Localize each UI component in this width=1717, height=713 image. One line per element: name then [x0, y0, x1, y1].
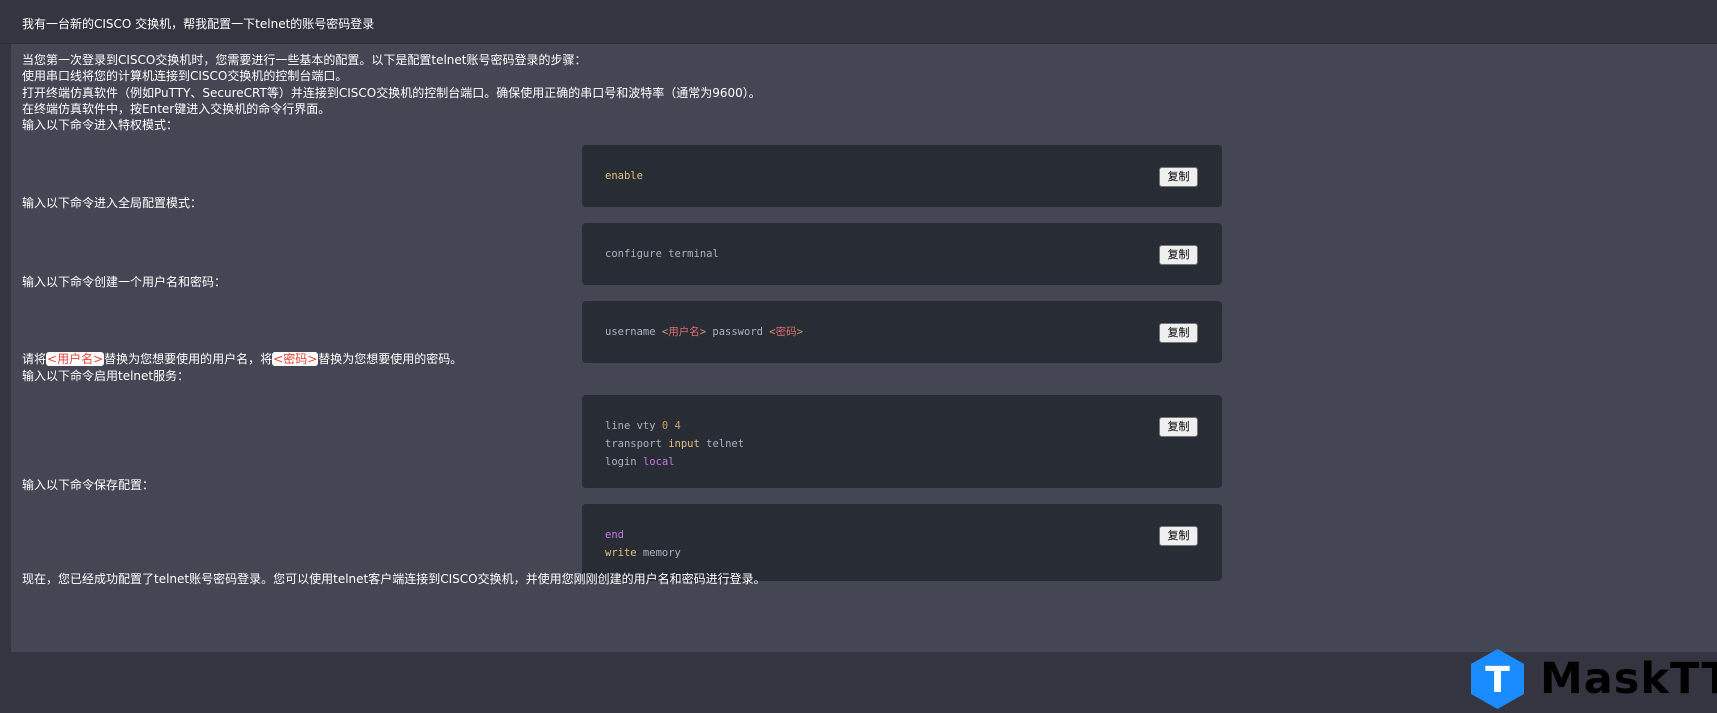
code-text[interactable]: line vty 0 4 transport input telnet logi…	[605, 417, 744, 471]
code-block-configure: configure terminal 复制	[582, 223, 1222, 285]
answer-panel: 当您第一次登录到CISCO交换机时，您需要进行一些基本的配置。以下是配置teln…	[11, 44, 1717, 652]
copy-button[interactable]: 复制	[1159, 417, 1198, 437]
conclusion-text: 现在，您已经成功配置了telnet账号密码登录。您可以使用telnet客户端连接…	[22, 572, 766, 586]
user-question: 我有一台新的CISCO 交换机，帮我配置一下telnet的账号密码登录	[22, 17, 375, 31]
step-privileged-label: 输入以下命令进入特权模式：	[22, 118, 179, 132]
copy-button[interactable]: 复制	[1159, 323, 1198, 343]
replace-note: 请将<用户名>替换为您想要使用的用户名，将<密码>替换为您想要使用的密码。	[22, 352, 463, 366]
copy-button[interactable]: 复制	[1159, 526, 1198, 546]
question-bar: 我有一台新的CISCO 交换机，帮我配置一下telnet的账号密码登录	[0, 0, 1717, 44]
code-block-username: username <用户名> password <密码> 复制	[582, 301, 1222, 363]
username-placeholder-tag: <用户名>	[46, 352, 105, 366]
copy-button[interactable]: 复制	[1159, 245, 1198, 265]
code-block-telnet: line vty 0 4 transport input telnet logi…	[582, 395, 1222, 488]
copy-button[interactable]: 复制	[1159, 167, 1198, 187]
step-save-config-label: 输入以下命令保存配置：	[22, 478, 155, 492]
step-create-user-label: 输入以下命令创建一个用户名和密码：	[22, 275, 227, 289]
code-text[interactable]: username <用户名> password <密码>	[605, 323, 803, 341]
intro-line: 使用串口线将您的计算机连接到CISCO交换机的控制台端口。	[22, 69, 348, 83]
password-placeholder-tag: <密码>	[272, 352, 319, 366]
hexagon-t-icon: T	[1471, 649, 1524, 709]
svg-text:T: T	[1485, 660, 1510, 701]
code-text[interactable]: end write memory	[605, 526, 681, 562]
brand-logo: T MaskTT	[1470, 648, 1717, 710]
step-enable-telnet-label: 输入以下命令启用telnet服务：	[22, 369, 190, 383]
code-text[interactable]: enable	[605, 167, 643, 185]
code-block-enable: enable 复制	[582, 145, 1222, 207]
code-text[interactable]: configure terminal	[605, 245, 719, 263]
brand-name: MaskTT	[1540, 654, 1717, 704]
step-global-config-label: 输入以下命令进入全局配置模式：	[22, 196, 203, 210]
